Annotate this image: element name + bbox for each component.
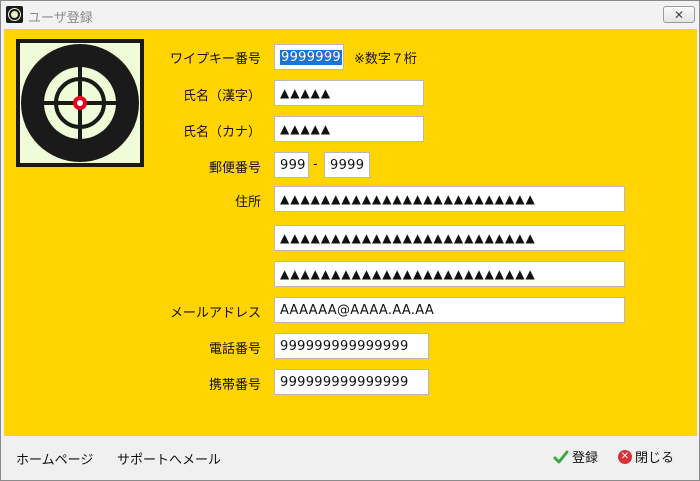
wipe-key-label: ワイプキー番号 [169, 52, 261, 67]
homepage-link[interactable]: ホームページ [16, 449, 93, 468]
wipe-key-value: 9999999 [280, 49, 342, 65]
email-label: メールアドレス [169, 306, 261, 321]
name-kanji-input[interactable]: ▲▲▲▲▲ [274, 80, 424, 106]
postal-separator: - [313, 157, 318, 172]
mobile-input[interactable]: 999999999999999 [274, 369, 429, 395]
register-label: 登録 [572, 451, 599, 466]
name-kana-input[interactable]: ▲▲▲▲▲ [274, 116, 424, 142]
phone-label: 電話番号 [208, 342, 261, 357]
name-kanji-label: 氏名（漢字） [182, 89, 261, 104]
wipe-key-input[interactable]: 9999999 [274, 44, 344, 70]
address-label: 住所 [234, 195, 261, 210]
wipe-key-note: ※数字７桁 [354, 52, 417, 67]
footer-bar: ホームページ サポートへメール 登録 ✕ 閉じる [1, 436, 699, 480]
name-kana-label: 氏名（カナ） [182, 125, 261, 140]
postal-code-second-input[interactable]: 9999 [324, 152, 370, 178]
address-line3-input[interactable]: ▲▲▲▲▲▲▲▲▲▲▲▲▲▲▲▲▲▲▲▲▲▲▲▲▲ [274, 261, 625, 287]
postal-label: 郵便番号 [208, 161, 261, 176]
address-line2-input[interactable]: ▲▲▲▲▲▲▲▲▲▲▲▲▲▲▲▲▲▲▲▲▲▲▲▲▲ [274, 225, 625, 251]
target-icon [21, 44, 139, 162]
window-close-button[interactable]: ✕ [663, 6, 695, 23]
checkmark-icon [553, 450, 569, 463]
close-circle-icon: ✕ [618, 449, 632, 464]
app-target-icon [6, 6, 23, 23]
window-title: ユーザ登録 [28, 11, 93, 26]
support-mail-link[interactable]: サポートへメール [117, 449, 221, 468]
close-button[interactable]: ✕ 閉じる [618, 447, 674, 466]
title-bar[interactable]: ユーザ登録 ✕ [1, 1, 699, 29]
register-button[interactable]: 登録 [553, 447, 598, 466]
target-logo [16, 39, 144, 167]
close-label: 閉じる [635, 451, 675, 466]
registration-window: ユーザ登録 ✕ ワイプキー番号 9999999 ※数字７桁 氏名（漢字） ▲▲▲… [0, 0, 700, 481]
postal-code-first-input[interactable]: 999 [274, 152, 309, 178]
email-input[interactable]: AAAAAA@AAAA.AA.AA [274, 297, 625, 323]
mobile-label: 携帯番号 [208, 378, 261, 393]
address-line1-input[interactable]: ▲▲▲▲▲▲▲▲▲▲▲▲▲▲▲▲▲▲▲▲▲▲▲▲▲ [274, 186, 625, 212]
close-icon: ✕ [673, 7, 685, 22]
form-panel: ワイプキー番号 9999999 ※数字７桁 氏名（漢字） ▲▲▲▲▲ 氏名（カナ… [4, 29, 697, 436]
phone-input[interactable]: 999999999999999 [274, 333, 429, 359]
